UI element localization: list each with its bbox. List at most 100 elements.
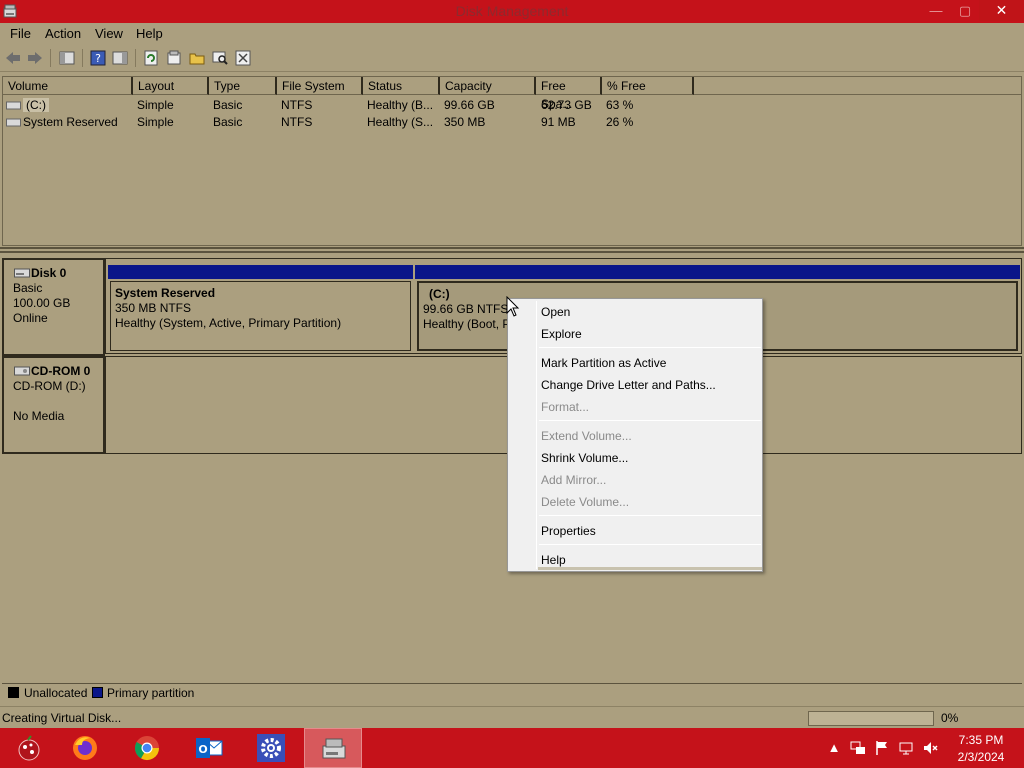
column-header-empty bbox=[694, 77, 1021, 95]
legend: Unallocated Primary partition bbox=[2, 683, 1022, 702]
legend-swatch-primary bbox=[92, 687, 103, 698]
open-folder-icon[interactable] bbox=[188, 49, 206, 67]
status-bar: Creating Virtual Disk... 0% bbox=[0, 706, 1024, 728]
cell-file-system: NTFS bbox=[281, 98, 313, 112]
properties-icon[interactable] bbox=[165, 49, 183, 67]
column-header-type[interactable]: Type bbox=[209, 77, 277, 95]
taskbar: O ▲ 7:35 PM 2/3/2024 bbox=[0, 728, 1024, 768]
menu-item-delete-volume: Delete Volume... bbox=[541, 495, 630, 509]
partition-name: System Reserved bbox=[115, 286, 216, 300]
column-header-percent-free[interactable]: % Free bbox=[602, 77, 694, 95]
taskbar-outlook[interactable]: O bbox=[180, 728, 238, 768]
menu-item-change-drive-letter[interactable]: Change Drive Letter and Paths... bbox=[541, 375, 716, 395]
column-header-file-system[interactable]: File System bbox=[277, 77, 363, 95]
refresh-icon[interactable] bbox=[142, 49, 160, 67]
menu-bottom-edge bbox=[538, 567, 762, 570]
column-header-free-space[interactable]: Free Spa... bbox=[536, 77, 602, 111]
progress-percent: 0% bbox=[941, 711, 959, 725]
network-devices-icon[interactable] bbox=[850, 740, 866, 756]
system-clock[interactable]: 7:35 PM 2/3/2024 bbox=[946, 732, 1016, 766]
minimize-button[interactable]: — bbox=[920, 0, 952, 21]
menu-item-shrink-volume[interactable]: Shrink Volume... bbox=[541, 448, 628, 468]
menu-separator bbox=[539, 347, 761, 348]
taskbar-disk-management[interactable] bbox=[304, 728, 362, 768]
volume-muted-icon[interactable] bbox=[922, 740, 938, 756]
menu-item-open[interactable]: Open bbox=[541, 302, 570, 322]
settings-icon[interactable] bbox=[234, 49, 252, 67]
cell-percent-free: 63 % bbox=[606, 98, 634, 112]
column-header-status[interactable]: Status bbox=[363, 77, 440, 95]
column-header-volume[interactable]: Volume bbox=[3, 77, 133, 95]
menu-separator bbox=[539, 544, 761, 545]
close-button[interactable]: ✕ bbox=[979, 0, 1024, 21]
svg-text:?: ? bbox=[95, 52, 101, 65]
menu-item-properties[interactable]: Properties bbox=[541, 521, 596, 541]
disk0-status: Online bbox=[13, 311, 48, 325]
network-icon[interactable] bbox=[898, 740, 914, 756]
explore-icon[interactable] bbox=[211, 49, 229, 67]
forward-arrow-icon[interactable] bbox=[26, 49, 44, 67]
disk0-info[interactable]: Disk 0 Basic 100.00 GB Online bbox=[2, 258, 105, 356]
cd-drive-icon bbox=[14, 366, 30, 376]
drive-icon bbox=[6, 101, 21, 110]
firefox-icon bbox=[73, 736, 97, 760]
cell-volume: (C:) bbox=[23, 98, 49, 112]
disk-management-icon bbox=[322, 738, 346, 759]
clock-date: 2/3/2024 bbox=[957, 750, 1005, 764]
menu-action[interactable]: Action bbox=[45, 26, 81, 41]
menu-gutter bbox=[536, 301, 537, 569]
action-pane-icon[interactable] bbox=[111, 49, 129, 67]
partition-system-reserved[interactable]: System Reserved 350 MB NTFS Healthy (Sys… bbox=[110, 281, 411, 351]
taskbar-settings[interactable] bbox=[242, 728, 300, 768]
hard-disk-icon bbox=[14, 268, 30, 278]
menu-item-mark-active[interactable]: Mark Partition as Active bbox=[541, 353, 666, 373]
mouse-cursor-icon bbox=[506, 296, 520, 317]
menu-separator bbox=[539, 420, 761, 421]
menu-separator bbox=[539, 515, 761, 516]
show-hidden-icons-icon[interactable]: ▲ bbox=[826, 740, 842, 756]
title-bar: Disk Management — ▢ ✕ bbox=[0, 0, 1024, 23]
column-header-layout[interactable]: Layout bbox=[133, 77, 209, 95]
action-center-flag-icon[interactable] bbox=[874, 740, 890, 756]
taskbar-chrome[interactable] bbox=[118, 728, 176, 768]
cell-status: Healthy (S... bbox=[367, 115, 434, 129]
column-header-capacity[interactable]: Capacity bbox=[440, 77, 536, 95]
cell-file-system: NTFS bbox=[281, 115, 313, 129]
menu-view[interactable]: View bbox=[95, 26, 123, 41]
taskbar-firefox[interactable] bbox=[56, 728, 114, 768]
disk0-size: 100.00 GB bbox=[13, 296, 71, 310]
console-tree-icon[interactable] bbox=[58, 49, 76, 67]
menu-item-extend-volume: Extend Volume... bbox=[541, 429, 632, 443]
cell-capacity: 99.66 GB bbox=[444, 98, 495, 112]
partition-status: Healthy (System, Active, Primary Partiti… bbox=[115, 316, 342, 330]
help-icon[interactable]: ? bbox=[89, 49, 107, 67]
cell-layout: Simple bbox=[137, 115, 174, 129]
table-row[interactable]: (C:) Simple Basic NTFS Healthy (B... 99.… bbox=[3, 97, 1021, 114]
cell-free-space: 62.73 GB bbox=[541, 98, 592, 112]
toolbar-separator bbox=[50, 49, 51, 67]
status-message: Creating Virtual Disk... bbox=[2, 711, 122, 725]
disk0-type: Basic bbox=[13, 281, 43, 295]
toolbar: ? bbox=[0, 44, 1024, 72]
menu-item-format: Format... bbox=[541, 400, 590, 414]
clock-time: 7:35 PM bbox=[958, 733, 1004, 747]
primary-partition-stripe bbox=[415, 265, 1020, 279]
back-arrow-icon[interactable] bbox=[4, 49, 22, 67]
cdrom0-info[interactable]: CD-ROM 0 CD-ROM (D:) No Media bbox=[2, 356, 105, 454]
cell-layout: Simple bbox=[137, 98, 174, 112]
start-icon bbox=[18, 735, 40, 761]
cell-type: Basic bbox=[213, 115, 243, 129]
menu-file[interactable]: File bbox=[10, 26, 31, 41]
menu-item-explore[interactable]: Explore bbox=[541, 324, 582, 344]
maximize-button[interactable]: ▢ bbox=[952, 0, 978, 21]
start-button[interactable] bbox=[0, 728, 58, 768]
menu-help[interactable]: Help bbox=[136, 26, 163, 41]
menu-item-add-mirror: Add Mirror... bbox=[541, 473, 607, 487]
window-title: Disk Management bbox=[455, 3, 569, 19]
partition-size: 350 MB NTFS bbox=[115, 301, 192, 315]
table-row[interactable]: System Reserved Simple Basic NTFS Health… bbox=[3, 114, 1021, 131]
pane-splitter[interactable] bbox=[0, 247, 1024, 253]
cell-capacity: 350 MB bbox=[444, 115, 486, 129]
drive-icon bbox=[6, 118, 21, 127]
